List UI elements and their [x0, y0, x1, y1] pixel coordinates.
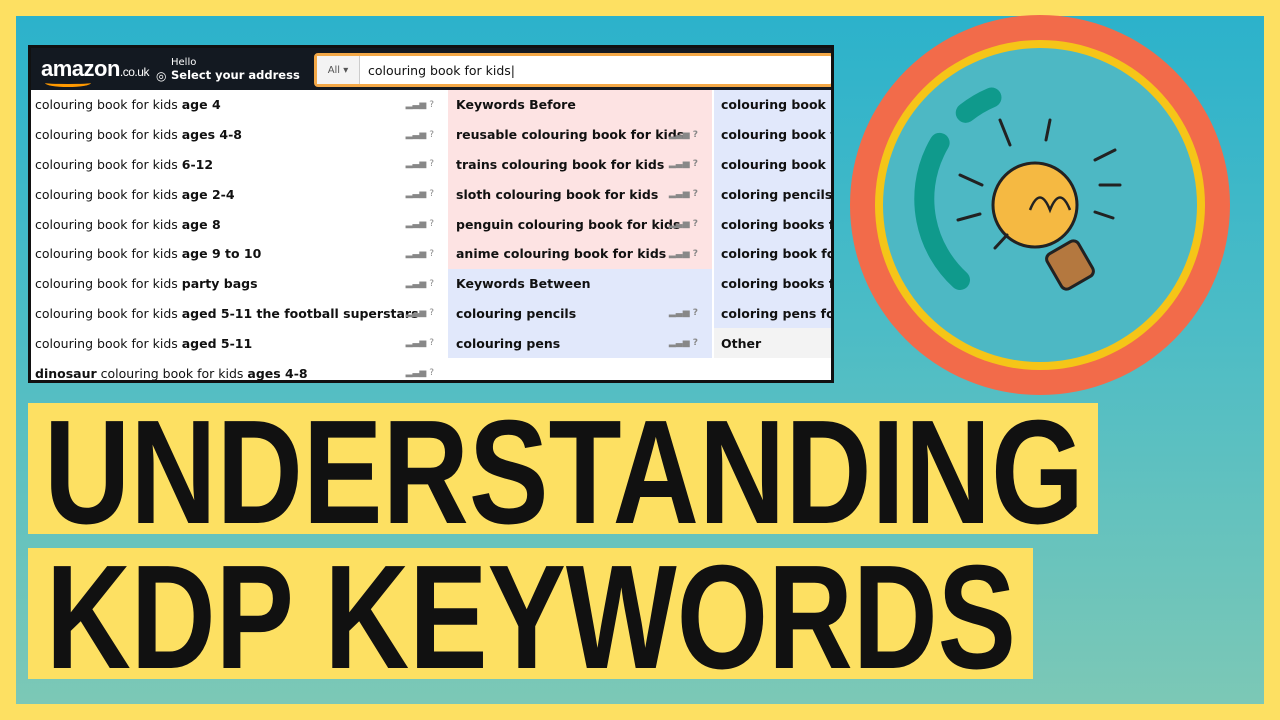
signal-strength-icon: ▂▃▅ ? [405, 129, 434, 140]
suggestion-base: colouring book for kids [35, 216, 182, 232]
section-heading: Keywords Before [448, 90, 712, 120]
signal-strength-icon: ▂▃▅ ? [405, 189, 434, 200]
suggestion-item[interactable]: colouring book for kids 6-12 ▂▃▅ ? [31, 150, 448, 180]
suggestion-base: colouring book for kids [35, 276, 182, 292]
signal-strength-icon: ▂▃▅ ? [405, 159, 434, 170]
suggestion-bold: aged 5-11 the football superstars [181, 305, 419, 321]
keyword-text: anime colouring book for kids [456, 246, 667, 262]
keyword-item[interactable]: anime colouring book for kids ▂▃▅ ? [448, 238, 712, 269]
suggestion-bold: aged 5-11 [181, 335, 253, 351]
suggestion-bold: age 8 [181, 216, 221, 232]
suggestion-item[interactable]: colouring book for kids aged 5-11 ▂▃▅ ? [31, 328, 448, 358]
suggestion-base: colouring book for kids [35, 156, 182, 172]
suggestion-base: colouring book for kids [35, 97, 182, 113]
related-item[interactable]: coloring pencils s [714, 179, 831, 210]
location-pin-icon: ◎ [156, 69, 167, 83]
related-item[interactable]: coloring books fo [714, 209, 831, 239]
search-bar[interactable]: All ▾ colouring book for kids| [314, 53, 831, 87]
keyword-item[interactable]: penguin colouring book for kids ▂▃▅ ? [448, 209, 712, 239]
signal-strength-icon: ▂▃▅ ? [405, 278, 434, 289]
related-panel: colouring book colouring book fo colouring… [714, 90, 831, 359]
suggestion-item[interactable]: colouring book for kids age 9 to 10 ▂▃▅ ? [31, 239, 448, 269]
suggestion-item[interactable]: colouring book for kids party bags ▂▃▅ ? [31, 269, 448, 299]
signal-strength-icon: ▂▃▅ ? [405, 338, 434, 349]
suggestion-base: colouring book for kids [35, 186, 182, 202]
suggestion-base: colouring book for kids [96, 365, 248, 381]
suggestion-bold: 6-12 [181, 156, 214, 172]
signal-strength-icon: ▂▃▅ ? [405, 248, 434, 259]
signal-strength-icon: ▂▃▅ ? [668, 248, 698, 259]
keyword-text: colouring pens [456, 335, 561, 351]
suggestion-base: colouring book for kids [35, 335, 182, 351]
signal-strength-icon: ▂▃▅ ? [405, 99, 434, 110]
signal-strength-icon: ▂▃▅ ? [668, 159, 698, 170]
signal-strength-icon: ▂▃▅ ? [405, 368, 434, 379]
suggestion-bold: ages 4-8 [247, 365, 308, 381]
amazon-navbar: amazon.co.uk ◎ Hello Select your address A… [31, 48, 831, 90]
related-item[interactable]: coloring books fo [714, 268, 831, 299]
keyword-text: sloth colouring book for kids [456, 186, 659, 202]
category-select[interactable]: All ▾ [317, 56, 360, 84]
keyword-text: colouring pencils [456, 305, 577, 321]
suggestion-item[interactable]: colouring book for kids age 2-4 ▂▃▅ ? [31, 179, 448, 209]
related-item[interactable]: colouring book ki [714, 149, 831, 180]
suggestion-item[interactable]: colouring book for kids age 8 ▂▃▅ ? [31, 209, 448, 239]
suggestion-bold: ages 4-8 [181, 127, 242, 143]
signal-strength-icon: ▂▃▅ ? [668, 129, 698, 140]
suggestion-prefix: dinosaur [35, 365, 97, 381]
keyword-item[interactable]: reusable colouring book for kids ▂▃▅ ? [448, 119, 712, 150]
related-item[interactable]: colouring book [714, 90, 831, 120]
amazon-search-screenshot: amazon.co.uk ◎ Hello Select your address A… [28, 45, 834, 383]
address-selector[interactable]: ◎ Hello Select your address [156, 57, 300, 83]
keyword-text: trains colouring book for kids [456, 156, 665, 172]
signal-strength-icon: ▂▃▅ ? [668, 219, 698, 230]
amazon-smile-icon [45, 79, 91, 87]
section-heading: Keywords Between [448, 268, 712, 299]
suggestion-bold: age 9 to 10 [181, 246, 262, 262]
suggestion-list: colouring book for kids age 4 ▂▃▅ ? colour… [31, 90, 448, 381]
suggestion-base: colouring book for kids [35, 305, 182, 321]
signal-strength-icon: ▂▃▅ ? [668, 308, 698, 319]
signal-strength-icon: ▂▃▅ ? [668, 189, 698, 200]
suggestion-item[interactable]: dinosaur colouring book for kids ages 4-… [31, 358, 448, 381]
keyword-item[interactable]: colouring pencils ▂▃▅ ? [448, 298, 712, 329]
suggestion-base: colouring book for kids [35, 127, 182, 143]
keyword-item[interactable]: trains colouring book for kids ▂▃▅ ? [448, 149, 712, 180]
keyword-item[interactable]: colouring pens ▂▃▅ ? [448, 328, 712, 359]
suggestion-item[interactable]: colouring book for kids age 4 ▂▃▅ ? [31, 90, 448, 120]
related-item[interactable]: colouring book fo [714, 119, 831, 150]
keyword-panel: Keywords Before reusable colouring book f… [448, 90, 712, 359]
suggestion-bold: age 2-4 [181, 186, 235, 202]
suggestion-item[interactable]: colouring book for kids aged 5-11 the fo… [31, 299, 448, 329]
signal-strength-icon: ▂▃▅ ? [405, 308, 434, 319]
suggestion-base: colouring book for kids [35, 246, 182, 262]
magnifying-glass-icon [850, 15, 1230, 395]
suggestion-bold: party bags [181, 276, 258, 292]
signal-strength-icon: ▂▃▅ ? [405, 219, 434, 230]
suggestion-bold: age 4 [181, 97, 221, 113]
related-other[interactable]: Other [714, 328, 831, 359]
related-item[interactable]: coloring book for [714, 238, 831, 269]
related-item[interactable]: coloring pens for [714, 298, 831, 329]
suggestion-item[interactable]: colouring book for kids ages 4-8 ▂▃▅ ? [31, 120, 448, 150]
keyword-text: reusable colouring book for kids [456, 127, 685, 143]
search-input[interactable]: colouring book for kids| [360, 63, 515, 78]
keyword-item[interactable]: sloth colouring book for kids ▂▃▅ ? [448, 179, 712, 210]
signal-strength-icon: ▂▃▅ ? [668, 338, 698, 349]
keyword-text: penguin colouring book for kids [456, 216, 681, 232]
